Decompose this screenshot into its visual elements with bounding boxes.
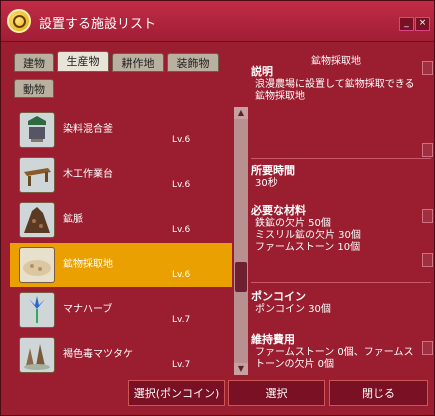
divider [251, 282, 431, 283]
facility-list-window: 設置する施設リスト _ × 建物 生産物 耕作地 装飾物 動物 染料混合釜 Lv… [0, 0, 435, 416]
time-value: 30秒 [255, 178, 278, 189]
close-button[interactable]: 閉じる [329, 380, 428, 406]
tab-products[interactable]: 生産物 [57, 51, 109, 72]
tab-animals[interactable]: 動物 [14, 79, 54, 98]
facility-list: 染料混合釜 Lv.6 木工作業台 Lv.6 鉱脈 Lv.6 鉱物採取地 Lv.6 [10, 101, 232, 374]
item-name: 褐色毒マツタケ [63, 349, 133, 360]
coin-header: ポンコイン [251, 290, 306, 303]
divider [251, 158, 431, 159]
time-section: 所要時間 30秒 [251, 162, 431, 190]
description-section: 説明 浪漫農場に設置して鉱物採取できる鉱物採取地 [251, 63, 431, 103]
detail-panel: 鉱物採取地 説明 浪漫農場に設置して鉱物採取できる鉱物採取地 所要時間 30秒 … [251, 46, 433, 376]
scroll-up-icon[interactable]: ▲ [234, 107, 248, 119]
list-item[interactable]: 木工作業台 Lv.6 [10, 153, 232, 197]
scroll-up-icon[interactable] [422, 61, 433, 75]
item-name: 染料混合釜 [63, 124, 113, 135]
coin-value: ポンコイン 30個 [255, 304, 331, 315]
scroll-thumb[interactable] [235, 262, 247, 292]
workbench-icon [19, 157, 55, 193]
upkeep-section: 維持費用 ファームストーン 0個、ファームストーンの欠片 0個 [251, 331, 431, 371]
list-item[interactable]: 染料混合釜 Lv.6 [10, 108, 232, 152]
materials-header: 必要な材料 [251, 204, 306, 217]
mining-site-icon [19, 247, 55, 283]
materials-section: 必要な材料 鉄鉱の欠片 50個 ミスリル鉱の欠片 30個 ファームストーン 10… [251, 202, 431, 254]
list-scrollbar[interactable]: ▲ ▼ [234, 107, 248, 375]
tab-decorations[interactable]: 装飾物 [167, 53, 219, 72]
ore-vein-icon [19, 202, 55, 238]
item-name: マナハーブ [63, 304, 113, 315]
item-name: 鉱物採取地 [63, 259, 113, 270]
minimize-button[interactable]: _ [399, 17, 414, 31]
mushroom-icon [19, 337, 55, 373]
list-item[interactable]: 鉱脈 Lv.6 [10, 198, 232, 242]
description-header: 説明 [251, 65, 273, 78]
item-level: Lv.6 [172, 225, 191, 235]
item-level: Lv.6 [172, 270, 191, 280]
item-level: Lv.7 [172, 360, 191, 370]
tab-buildings[interactable]: 建物 [14, 53, 54, 72]
search-icon [7, 9, 31, 33]
material-item: ファームストーン 10個 [255, 242, 361, 253]
item-level: Lv.7 [172, 315, 191, 325]
tab-farmland[interactable]: 耕作地 [112, 53, 164, 72]
scroll-up-icon[interactable] [422, 209, 433, 223]
select-with-coin-button[interactable]: 選択(ポンコイン) [128, 380, 225, 406]
item-name: 木工作業台 [63, 169, 113, 180]
item-level: Lv.6 [172, 180, 191, 190]
material-item: ミスリル鉱の欠片 30個 [255, 230, 361, 241]
select-button[interactable]: 選択 [228, 380, 325, 406]
mana-herb-icon [19, 292, 55, 328]
close-icon[interactable]: × [415, 17, 430, 31]
upkeep-header: 維持費用 [251, 333, 295, 346]
time-header: 所要時間 [251, 164, 295, 177]
scroll-down-icon[interactable]: ▼ [234, 363, 248, 375]
list-item[interactable]: 褐色毒マツタケ Lv.7 [10, 333, 232, 374]
scroll-up-icon[interactable] [422, 341, 433, 355]
list-item[interactable]: マナハーブ Lv.7 [10, 288, 232, 332]
scroll-down-icon[interactable] [422, 143, 433, 157]
item-name: 鉱脈 [63, 214, 83, 225]
cauldron-icon [19, 112, 55, 148]
coin-section: ポンコイン ポンコイン 30個 [251, 288, 431, 316]
list-item-selected[interactable]: 鉱物採取地 Lv.6 [10, 243, 232, 287]
scroll-down-icon[interactable] [422, 253, 433, 267]
description-text: 浪漫農場に設置して鉱物採取できる鉱物採取地 [255, 79, 415, 102]
title-bar[interactable]: 設置する施設リスト _ × [1, 1, 434, 42]
material-item: 鉄鉱の欠片 50個 [255, 218, 331, 229]
upkeep-value: ファームストーン 0個、ファームストーンの欠片 0個 [255, 347, 414, 370]
item-level: Lv.6 [172, 135, 191, 145]
window-title: 設置する施設リスト [39, 17, 157, 32]
